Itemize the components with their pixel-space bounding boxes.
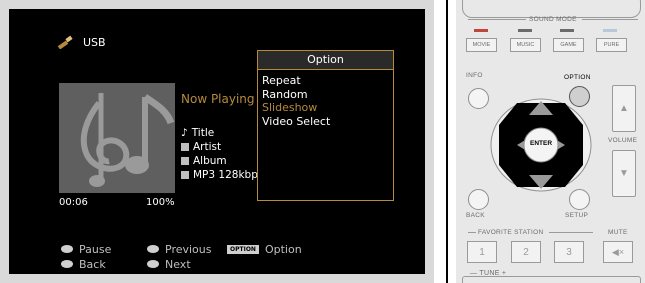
music-note-icon [80, 93, 175, 187]
progress-percent: 100% [146, 197, 175, 208]
left-arrow-button[interactable] [510, 138, 524, 152]
volume-down-button[interactable]: ▼ [612, 150, 636, 197]
volume-label: VOLUME [608, 137, 638, 144]
right-arrow-button[interactable] [556, 138, 570, 152]
enter-button-icon [61, 245, 73, 253]
favorite-2-button[interactable]: 2 [511, 241, 541, 263]
enter-button[interactable]: ENTER [526, 140, 556, 147]
footer-back: Back [79, 257, 106, 271]
favorite-3-button[interactable]: 3 [554, 241, 584, 263]
option-item-slideshow[interactable]: Slideshow [258, 101, 393, 115]
tv-screen-frame: USB Now Playing ♪ Title Artist Album MP3… [0, 0, 434, 283]
sound-mode-label: SOUND MODE [529, 16, 577, 23]
meta-album: Album [193, 155, 227, 167]
speaker-mute-icon: ◀× [611, 246, 625, 257]
option-popup: Option Repeat Random Slideshow Video Sel… [257, 50, 394, 201]
footer-next: Next [165, 257, 191, 271]
album-art [59, 83, 175, 193]
music-button[interactable]: MUSIC [510, 38, 541, 52]
back-button[interactable] [468, 189, 489, 210]
left-button-icon [147, 245, 159, 253]
setup-label: SETUP [565, 212, 589, 219]
format-icon [181, 171, 189, 179]
option-label: OPTION [564, 74, 591, 81]
disc-icon [181, 157, 189, 165]
usb-plug-icon [57, 35, 73, 49]
music-led [518, 29, 532, 32]
tv-screen: USB Now Playing ♪ Title Artist Album MP3… [9, 9, 425, 274]
info-label: INFO [466, 72, 483, 79]
meta-artist: Artist [193, 141, 222, 153]
track-metadata: ♪ Title Artist Album MP3 128kbps [181, 126, 263, 182]
footer-option: Option [264, 242, 302, 256]
note-icon: ♪ [181, 127, 188, 139]
pure-button[interactable]: PURE [596, 38, 627, 52]
favorite-1-button[interactable]: 1 [467, 241, 497, 263]
movie-led [474, 29, 488, 32]
right-button-icon [147, 260, 159, 268]
back-label: BACK [466, 212, 485, 219]
option-item-video-select[interactable]: Video Select [258, 115, 393, 129]
meta-artist-row: Artist [181, 140, 263, 154]
remote-control: SOUND MODE MOVIE MUSIC GAME PURE INFO OP… [456, 0, 645, 283]
divider [446, 0, 448, 283]
footer-pause: Pause [79, 242, 112, 256]
volume-up-button[interactable]: ▲ [612, 85, 636, 132]
elapsed-time: 00:06 [59, 197, 88, 208]
meta-format-row: MP3 128kbps [181, 168, 263, 182]
info-button[interactable] [468, 88, 489, 109]
footer-previous: Previous [165, 242, 212, 256]
up-arrow-button[interactable] [530, 100, 552, 114]
mute-button[interactable]: ◀× [603, 241, 633, 263]
meta-format: MP3 128kbps [193, 169, 264, 181]
pure-led [603, 29, 617, 32]
favorite-line-right [549, 232, 593, 233]
option-item-repeat[interactable]: Repeat [258, 74, 393, 88]
tune-outline [462, 276, 641, 283]
meta-album-row: Album [181, 154, 263, 168]
meta-title-row: ♪ Title [181, 126, 263, 140]
footer-guide: Pause Previous OPTION Option Back Next [61, 241, 302, 271]
favorite-station-label: FAVORITE STATION [478, 229, 544, 236]
setup-button[interactable] [569, 189, 590, 210]
game-led [560, 29, 574, 32]
favorite-line-left [468, 232, 476, 233]
source-label: USB [83, 35, 106, 49]
back-button-icon [61, 260, 73, 268]
movie-button[interactable]: MOVIE [466, 38, 497, 52]
mute-label: MUTE [608, 229, 628, 236]
option-popup-title: Option [258, 51, 393, 70]
meta-title: Title [191, 127, 215, 139]
game-button[interactable]: GAME [553, 38, 584, 52]
option-badge: OPTION [227, 244, 259, 254]
sound-mode-line-right [582, 19, 638, 20]
source-indicator: USB [57, 35, 106, 49]
option-item-random[interactable]: Random [258, 88, 393, 102]
down-arrow-button[interactable] [530, 176, 552, 190]
now-playing-label: Now Playing [181, 92, 255, 106]
person-icon [181, 143, 189, 151]
sound-mode-line-left [468, 19, 526, 20]
